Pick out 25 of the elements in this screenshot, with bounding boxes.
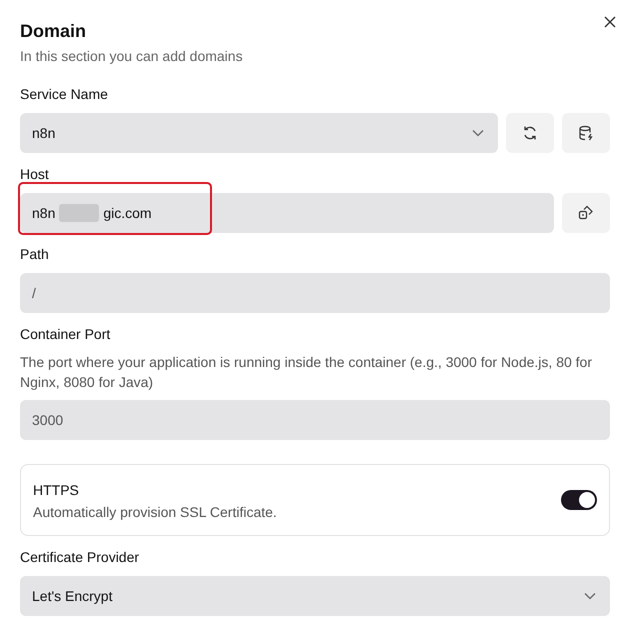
dice-button[interactable] bbox=[562, 193, 610, 233]
https-title: HTTPS bbox=[33, 480, 80, 498]
close-icon[interactable] bbox=[604, 16, 616, 28]
provider-select[interactable]: Let's Encrypt bbox=[20, 576, 610, 616]
database-icon bbox=[578, 125, 594, 141]
field-description: The port where your application is running inside the container (e.g., 3000 for Node.js, 80 for Nginx, 8080 for Java) bbox=[20, 353, 593, 392]
field-label: Certificate Provider bbox=[20, 548, 140, 566]
path-field[interactable]: / bbox=[20, 273, 610, 313]
field-label: Host bbox=[20, 165, 49, 183]
host-field[interactable]: n8n gic.com bbox=[20, 193, 554, 233]
dialog-title: Domain bbox=[20, 20, 88, 42]
dialog-subtitle: In this section you can add domains bbox=[20, 47, 244, 65]
field-label: Service Name bbox=[20, 85, 108, 103]
port-field[interactable]: 3000 bbox=[20, 400, 610, 440]
refresh-icon bbox=[522, 125, 538, 141]
field-label: Container Port bbox=[20, 325, 110, 343]
service-select[interactable]: n8n bbox=[20, 113, 498, 153]
chevron-down-icon bbox=[584, 592, 596, 600]
refresh-button[interactable] bbox=[506, 113, 554, 153]
https-description: Automatically provision SSL Certificate. bbox=[33, 504, 277, 520]
dice-icon bbox=[578, 205, 594, 221]
database-button[interactable] bbox=[562, 113, 610, 153]
toggle-switch[interactable] bbox=[561, 490, 597, 510]
chevron-down-icon bbox=[472, 129, 484, 137]
field-label: Path bbox=[20, 245, 49, 263]
